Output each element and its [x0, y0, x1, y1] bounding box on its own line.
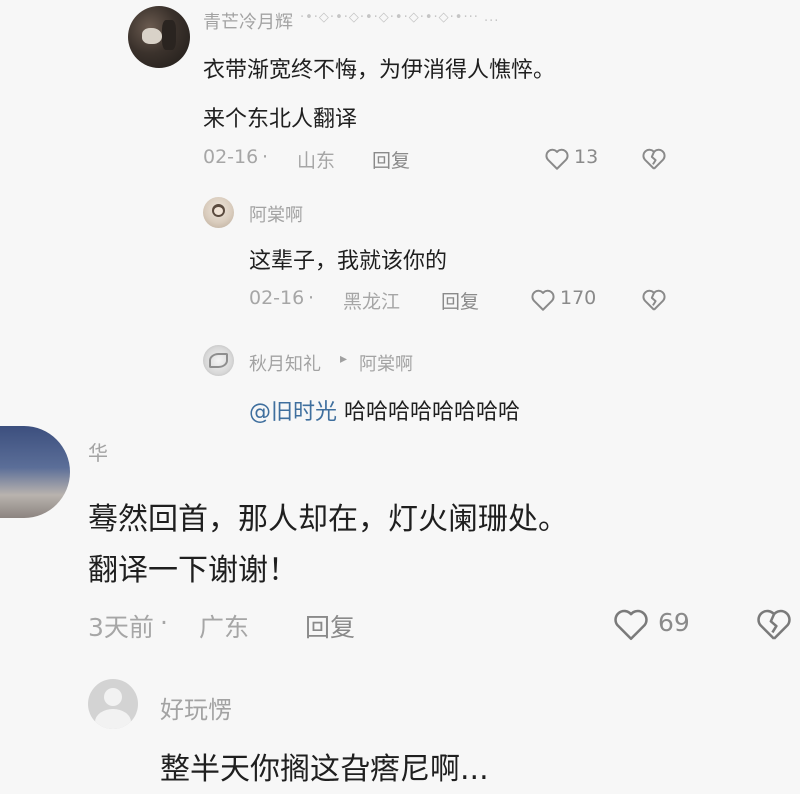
- like-count: 13: [574, 146, 599, 168]
- comment-text-line: 蓦然回首，那人却在，灯火阑珊处。: [88, 502, 568, 537]
- comment-text-line: 整半天你搁这旮瘩尼啊...: [160, 752, 489, 787]
- reply-text: 这辈子，我就该你的: [249, 249, 448, 274]
- heart-outline-icon[interactable]: [544, 147, 570, 171]
- user-badge-decoration: ·•·◇·•·◇·•·◇·•·◇·•·◇·•··· ...: [300, 10, 500, 25]
- comment-date: 02-16: [249, 287, 305, 309]
- reply-arrow-icon: ▸: [340, 351, 348, 367]
- username[interactable]: 阿棠啊: [249, 201, 303, 227]
- mention-link[interactable]: @旧时光: [249, 400, 337, 425]
- avatar[interactable]: [128, 6, 190, 68]
- reply-to-username[interactable]: 阿棠啊: [359, 350, 413, 376]
- comment-date: 02-16: [203, 146, 259, 168]
- reply-button[interactable]: 回复: [305, 608, 355, 644]
- broken-heart-icon[interactable]: [755, 607, 793, 642]
- comment-location: 黑龙江: [343, 291, 401, 313]
- avatar[interactable]: [0, 426, 70, 518]
- like-count: 69: [658, 608, 690, 637]
- meta-separator: ·: [160, 608, 168, 637]
- comment-date: 3天前: [88, 613, 154, 642]
- broken-heart-icon[interactable]: [641, 147, 667, 171]
- reply-text-body: 哈哈哈哈哈哈哈哈: [337, 400, 521, 425]
- username[interactable]: 秋月知礼: [249, 350, 321, 376]
- like-count: 170: [560, 287, 597, 309]
- meta-separator: ·: [308, 287, 315, 309]
- heart-outline-icon[interactable]: [612, 607, 650, 642]
- reply-text: @旧时光 哈哈哈哈哈哈哈哈: [249, 394, 520, 426]
- avatar[interactable]: [203, 345, 234, 376]
- username[interactable]: 华: [88, 437, 108, 466]
- username[interactable]: 好玩愣: [160, 690, 232, 725]
- comment-text-line: 衣带渐宽终不悔，为伊消得人憔悴。: [203, 58, 556, 83]
- reply-button[interactable]: 回复: [372, 146, 410, 173]
- person-silhouette-icon[interactable]: [88, 679, 138, 729]
- meta-separator: ·: [262, 146, 269, 168]
- reply-button[interactable]: 回复: [441, 287, 479, 314]
- username[interactable]: 青芒冷月辉: [203, 8, 293, 34]
- comment-text-line: 翻译一下谢谢！: [88, 553, 298, 588]
- comment-location: 广东: [199, 613, 250, 642]
- comment-location: 山东: [297, 150, 336, 172]
- comment-text-line: 来个东北人翻译: [203, 107, 358, 132]
- avatar[interactable]: [203, 197, 234, 228]
- broken-heart-icon[interactable]: [641, 288, 667, 312]
- heart-outline-icon[interactable]: [530, 288, 556, 312]
